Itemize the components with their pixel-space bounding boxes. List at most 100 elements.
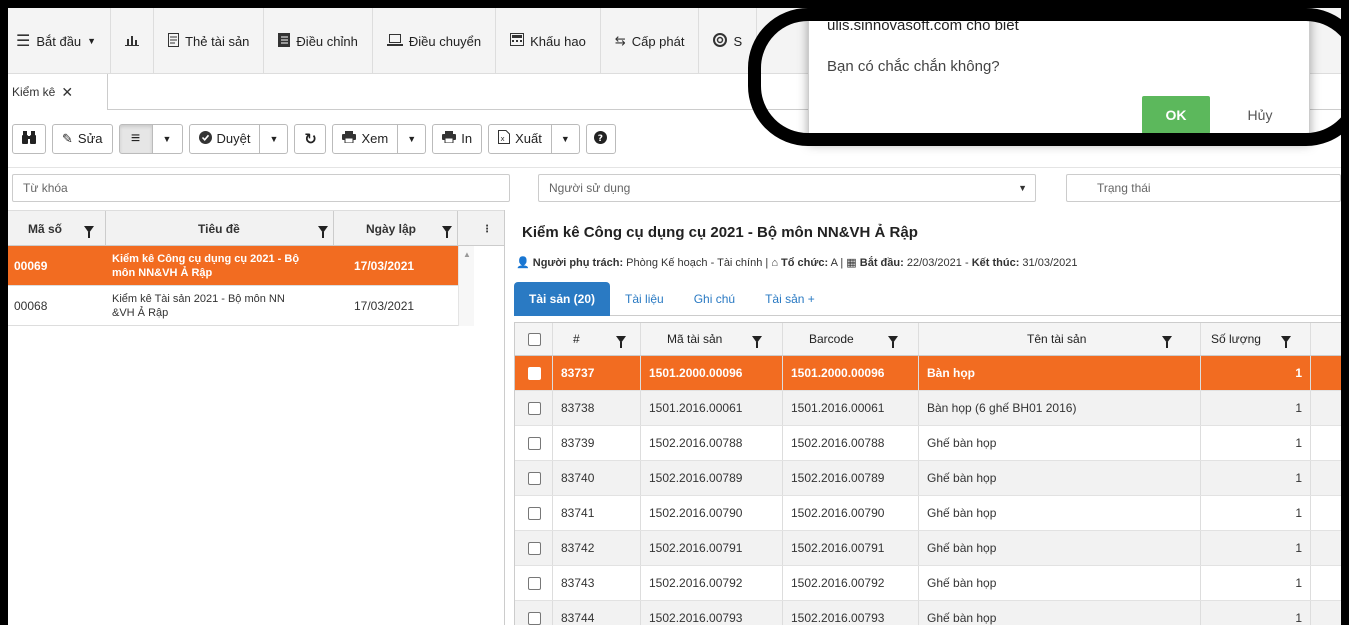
list-item-title-line: Kiểm kê Công cụ dụng cụ 2021 - Bộ	[112, 253, 300, 265]
asset-quantity: 1	[1201, 601, 1311, 625]
menu-chart[interactable]	[111, 8, 155, 74]
list-icon: ≡	[130, 129, 141, 147]
menu-depreciation[interactable]: Khấu hao	[496, 8, 601, 74]
filter-icon[interactable]	[615, 335, 626, 348]
table-row[interactable]: 83741 1502.2016.00790 1502.2016.00790 Ghế b…	[515, 496, 1341, 531]
list-view-button[interactable]: ≡	[118, 123, 153, 154]
asset-barcode: 1502.2016.00791	[783, 531, 919, 565]
filter-row: Từ khóa Người sử dụng ▼ Trạng thái	[8, 168, 1341, 210]
column-asset-name[interactable]: Tên tài sản	[919, 323, 1201, 355]
menu-adjust-label: Điều chỉnh	[296, 33, 358, 49]
ok-button[interactable]: OK	[1142, 96, 1210, 134]
cancel-button[interactable]: Hủy	[1226, 96, 1294, 134]
tab-notes[interactable]: Ghi chú	[679, 282, 750, 316]
asset-quantity: 1	[1201, 496, 1311, 530]
approve-dropdown[interactable]: ▼	[260, 123, 289, 154]
list-item[interactable]: 00068 Kiểm kê Tài sản 2021 - Bộ môn NN &…	[8, 286, 458, 326]
table-row[interactable]: 83737 1501.2000.00096 1501.2000.00096 Bàn h…	[515, 356, 1341, 391]
column-date-label: Ngày lập	[366, 222, 417, 236]
select-all-checkbox-cell	[515, 323, 553, 355]
asset-code: 1502.2016.00793	[641, 601, 783, 625]
status-placeholder: Trạng thái	[1097, 181, 1151, 195]
column-code[interactable]: Mã số	[8, 211, 106, 247]
scrollbar[interactable]: ▲	[458, 246, 474, 326]
column-barcode[interactable]: Barcode	[783, 323, 919, 355]
view-dropdown[interactable]: ▼	[398, 123, 427, 154]
menu-allocate[interactable]: ⇆ Cấp phát	[601, 8, 700, 74]
menu-allocate-label: Cấp phát	[631, 33, 685, 49]
filter-icon[interactable]	[317, 225, 328, 238]
column-id-label: #	[573, 332, 580, 346]
tab-documents[interactable]: Tài liệu	[610, 282, 679, 316]
table-row[interactable]: 83743 1502.2016.00792 1502.2016.00792 Ghế b…	[515, 566, 1341, 601]
tab-inventory[interactable]: Kiểm kê ✕	[8, 74, 108, 110]
table-row[interactable]: 83742 1502.2016.00791 1502.2016.00791 Ghế b…	[515, 531, 1341, 566]
view-label: Xem	[361, 131, 389, 146]
list-item[interactable]: 00069 Kiểm kê Công cụ dụng cụ 2021 - Bộ …	[8, 246, 458, 286]
select-all-checkbox[interactable]	[528, 332, 541, 346]
edit-button[interactable]: ✎ Sửa	[52, 123, 113, 154]
find-button[interactable]	[12, 123, 46, 154]
view-button[interactable]: Xem	[332, 123, 399, 154]
row-checkbox[interactable]	[528, 576, 541, 590]
export-button[interactable]: x Xuất	[488, 123, 552, 154]
row-checkbox[interactable]	[528, 506, 541, 520]
keyword-input[interactable]: Từ khóa	[12, 174, 510, 202]
row-checkbox[interactable]	[528, 436, 541, 450]
menu-support[interactable]: S	[699, 8, 758, 74]
list-item-title-line: Kiểm kê Tài sản 2021 - Bộ môn NN	[112, 293, 285, 305]
menu-depreciation-label: Khấu hao	[530, 33, 586, 49]
row-checkbox[interactable]	[528, 541, 541, 555]
column-code-label: Mã số	[28, 222, 63, 236]
confirm-dialog: ulis.sinnovasoft.com cho biết Bạn có chắ…	[808, 8, 1310, 141]
start-value: 22/03/2021	[906, 257, 962, 269]
close-icon[interactable]: ✕	[61, 84, 73, 101]
menu-adjust[interactable]: Điều chỉnh	[264, 8, 373, 74]
menu-asset-card[interactable]: Thẻ tài sản	[154, 8, 265, 74]
menu-start[interactable]: ☰ Bắt đầu ▼	[8, 8, 112, 74]
scroll-up-icon[interactable]: ▲	[463, 250, 471, 259]
asset-code: 1502.2016.00792	[641, 566, 783, 600]
filter-icon[interactable]	[1162, 335, 1173, 348]
tab-assets-plus[interactable]: Tài sản +	[750, 282, 830, 316]
row-checkbox[interactable]	[528, 366, 541, 380]
column-asset-code[interactable]: Mã tài sản	[641, 323, 783, 355]
column-more[interactable]: ⋮	[458, 211, 492, 247]
tab-assets[interactable]: Tài sản (20)	[514, 282, 611, 316]
end-label: Kết thúc:	[971, 257, 1020, 269]
filter-icon[interactable]	[442, 225, 453, 238]
column-id[interactable]: #	[553, 323, 641, 355]
row-checkbox-cell	[515, 461, 553, 495]
filter-icon[interactable]	[887, 335, 898, 348]
list-view-dropdown[interactable]: ▼	[152, 123, 183, 154]
asset-name: Bàn họp	[919, 356, 1201, 390]
approve-button[interactable]: Duyệt	[188, 123, 261, 154]
help-button[interactable]: ?	[585, 123, 616, 154]
question-circle-icon: ?	[594, 130, 608, 147]
column-quantity[interactable]: Số lượng	[1201, 323, 1311, 355]
print-button[interactable]: In	[432, 123, 483, 154]
asset-id: 83743	[553, 566, 641, 600]
export-dropdown[interactable]: ▼	[551, 123, 580, 154]
row-checkbox[interactable]	[528, 611, 541, 625]
asset-name: Ghế bàn họp	[919, 496, 1201, 530]
asset-code: 1502.2016.00788	[641, 426, 783, 460]
table-row[interactable]: 83738 1501.2016.00061 1501.2016.00061 Bàn h…	[515, 391, 1341, 426]
row-checkbox[interactable]	[528, 471, 541, 485]
filter-icon[interactable]	[752, 335, 763, 348]
table-row[interactable]: 83740 1502.2016.00789 1502.2016.00789 Ghế b…	[515, 461, 1341, 496]
column-asset-code-label: Mã tài sản	[667, 332, 723, 346]
list-item-code: 00069	[14, 259, 48, 273]
user-select[interactable]: Người sử dụng ▼	[538, 174, 1036, 202]
status-select[interactable]: Trạng thái	[1066, 174, 1341, 202]
column-date[interactable]: Ngày lập	[334, 211, 458, 247]
svg-text:x: x	[501, 135, 505, 143]
refresh-button[interactable]: ↻	[294, 123, 327, 154]
column-title[interactable]: Tiêu đề	[106, 211, 334, 247]
table-row[interactable]: 83739 1502.2016.00788 1502.2016.00788 Ghế b…	[515, 426, 1341, 461]
row-checkbox[interactable]	[528, 401, 541, 415]
menu-transfer[interactable]: Điều chuyển	[373, 8, 497, 74]
filter-icon[interactable]	[84, 225, 95, 238]
filter-icon[interactable]	[1280, 335, 1291, 348]
table-row[interactable]: 83744 1502.2016.00793 1502.2016.00793 Ghế b…	[515, 601, 1341, 625]
